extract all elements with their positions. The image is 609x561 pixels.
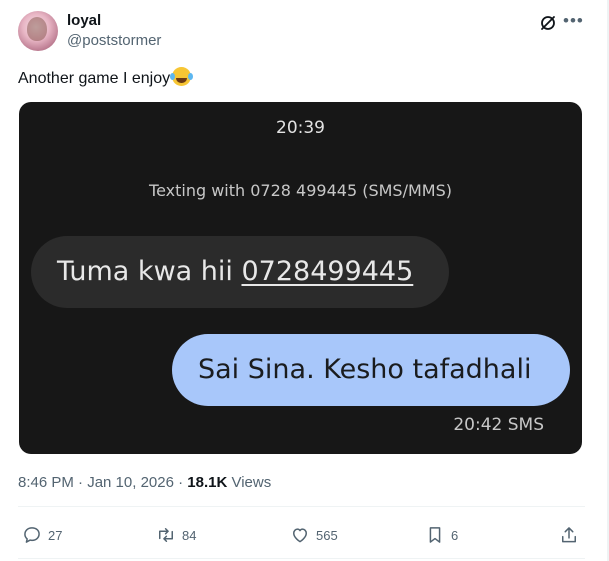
repost-button[interactable]: 84: [156, 524, 196, 546]
repost-icon: [159, 528, 173, 542]
share-icon: [562, 527, 576, 543]
laughing-emoji-icon: [170, 67, 192, 86]
like-icon: [293, 528, 307, 543]
tweet-timestamp[interactable]: 8:46 PM · Jan 10, 2026 ·: [18, 474, 187, 491]
display-name[interactable]: loyal: [67, 12, 101, 29]
bookmark-count: 6: [451, 527, 459, 543]
tweet-meta: 8:46 PM · Jan 10, 2026 · 18.1K Views: [18, 474, 271, 491]
reply-count: 27: [48, 527, 63, 543]
outgoing-meta: 20:42 SMS: [453, 415, 544, 435]
bookmark-icon: [429, 527, 441, 543]
divider-bottom: [18, 558, 585, 559]
sms-header: Texting with 0728 499445 (SMS/MMS): [149, 181, 452, 200]
incoming-message: Tuma kwa hii 0728499445: [31, 236, 449, 308]
repost-count: 84: [182, 527, 197, 543]
like-count: 565: [316, 527, 338, 543]
divider-top: [18, 506, 585, 507]
more-icon[interactable]: •••: [563, 11, 585, 31]
grok-icon[interactable]: [538, 13, 558, 33]
views-label: Views: [227, 474, 272, 491]
incoming-number: 0728499445: [241, 256, 414, 287]
bookmark-button[interactable]: 6: [425, 524, 458, 546]
tweet-text: Another game I enjoy: [18, 67, 192, 88]
avatar[interactable]: [18, 11, 58, 51]
incoming-text: Tuma kwa hii: [57, 256, 242, 287]
like-button[interactable]: 565: [290, 524, 338, 546]
outgoing-message: Sai Sina. Kesho tafadhali: [172, 334, 570, 406]
views-count: 18.1K: [187, 474, 228, 491]
sms-time: 20:39: [276, 118, 325, 138]
share-button[interactable]: [559, 524, 585, 546]
tweet-text-content: Another game I enjoy: [18, 70, 171, 87]
handle[interactable]: @poststormer: [67, 32, 161, 49]
reply-button[interactable]: 27: [22, 524, 62, 546]
reply-icon: [24, 527, 40, 543]
tweet-media[interactable]: 20:39 Texting with 0728 499445 (SMS/MMS)…: [19, 102, 582, 454]
